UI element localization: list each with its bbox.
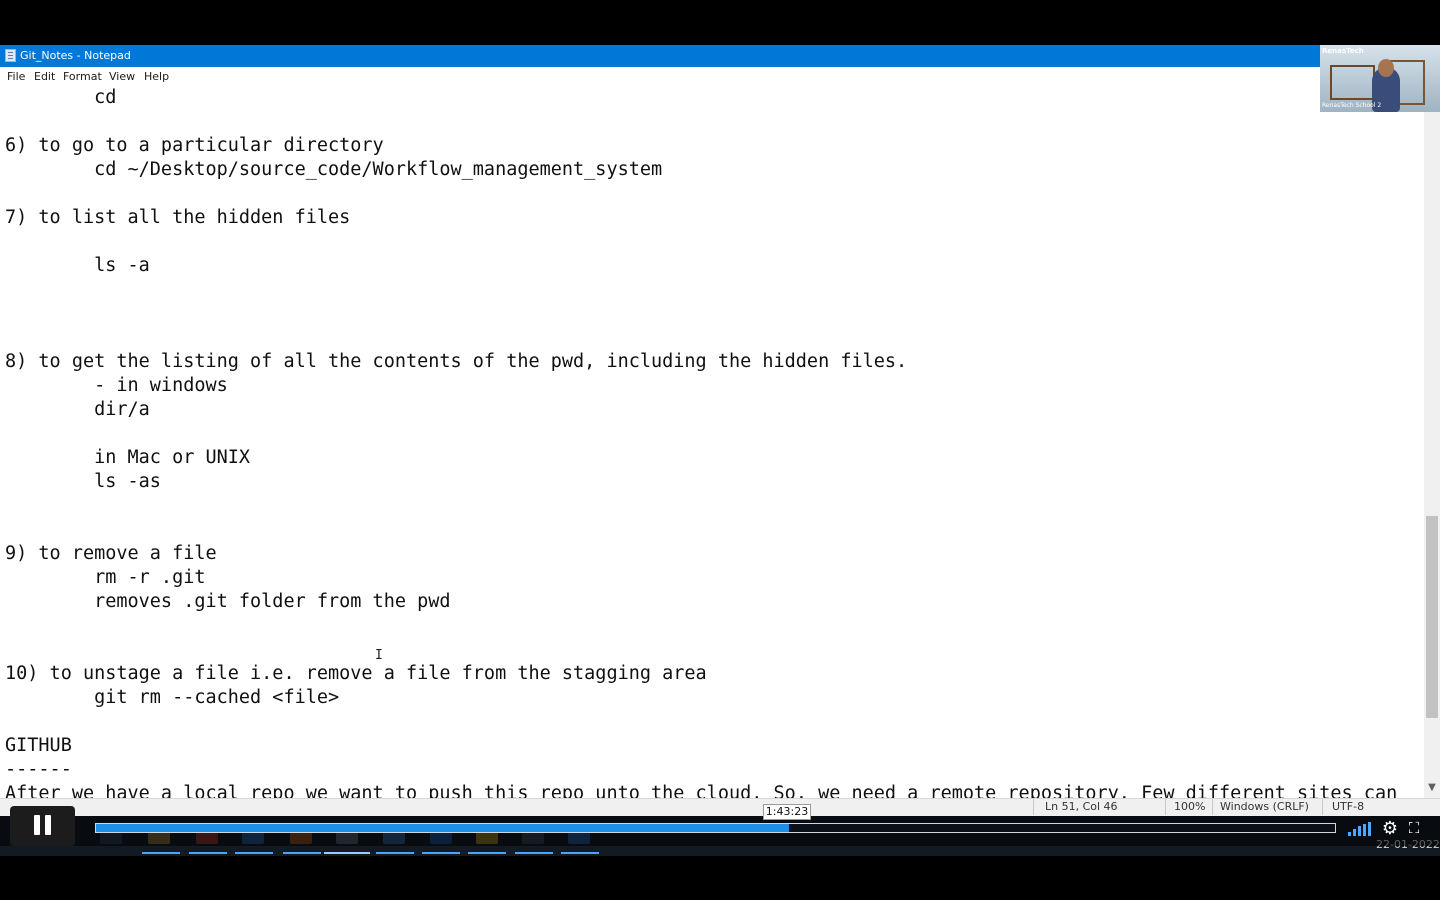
menu-view[interactable]: View xyxy=(109,70,135,83)
status-zoom: 100% xyxy=(1174,800,1206,813)
menu-help[interactable]: Help xyxy=(144,70,169,83)
active-indicator xyxy=(189,852,227,854)
menu-format[interactable]: Format xyxy=(63,70,102,83)
current-time-tooltip: 1:43:23 xyxy=(763,804,811,820)
seek-progress xyxy=(96,824,789,832)
webcam-overlay: RenasTech RenasTech School 2 xyxy=(1320,45,1440,112)
title-bar xyxy=(0,45,1440,67)
active-indicator xyxy=(142,852,180,854)
status-encoding: UTF-8 xyxy=(1332,800,1365,813)
active-indicator xyxy=(422,852,460,854)
status-divider xyxy=(1165,799,1166,815)
active-indicator xyxy=(324,852,370,854)
status-divider xyxy=(1322,799,1323,815)
active-indicator xyxy=(235,852,273,854)
scrollbar-thumb[interactable] xyxy=(1426,516,1438,718)
gear-icon[interactable]: ⚙ xyxy=(1381,820,1399,838)
presenter-head xyxy=(1378,59,1394,77)
active-indicator xyxy=(376,852,414,854)
volume-bars-icon[interactable] xyxy=(1348,822,1372,836)
status-divider xyxy=(1212,799,1213,815)
editor-content[interactable]: cd 6) to go to a particular directory cd… xyxy=(5,86,1397,798)
active-indicator xyxy=(468,852,506,854)
window-title: Git_Notes - Notepad xyxy=(20,49,131,62)
text-cursor-icon: I xyxy=(375,648,383,663)
status-line-col: Ln 51, Col 46 xyxy=(1045,800,1118,813)
fullscreen-icon[interactable]: ⛶ xyxy=(1406,820,1422,836)
notepad-icon xyxy=(5,49,16,62)
active-indicator xyxy=(561,852,599,854)
menu-edit[interactable]: Edit xyxy=(34,70,55,83)
status-divider xyxy=(1033,799,1034,815)
menu-bar xyxy=(0,67,1440,86)
pause-icon[interactable] xyxy=(34,815,52,835)
webcam-label: RenasTech School 2 xyxy=(1322,102,1382,109)
text-editor[interactable]: cd 6) to go to a particular directory cd… xyxy=(0,86,1424,798)
webcam-brand: RenasTech xyxy=(1322,47,1364,55)
scroll-down-arrow-icon[interactable]: ▼ xyxy=(1424,780,1440,796)
active-indicator xyxy=(283,852,321,854)
active-indicator xyxy=(515,852,553,854)
status-line-ending: Windows (CRLF) xyxy=(1220,800,1309,813)
menu-file[interactable]: File xyxy=(7,70,25,83)
